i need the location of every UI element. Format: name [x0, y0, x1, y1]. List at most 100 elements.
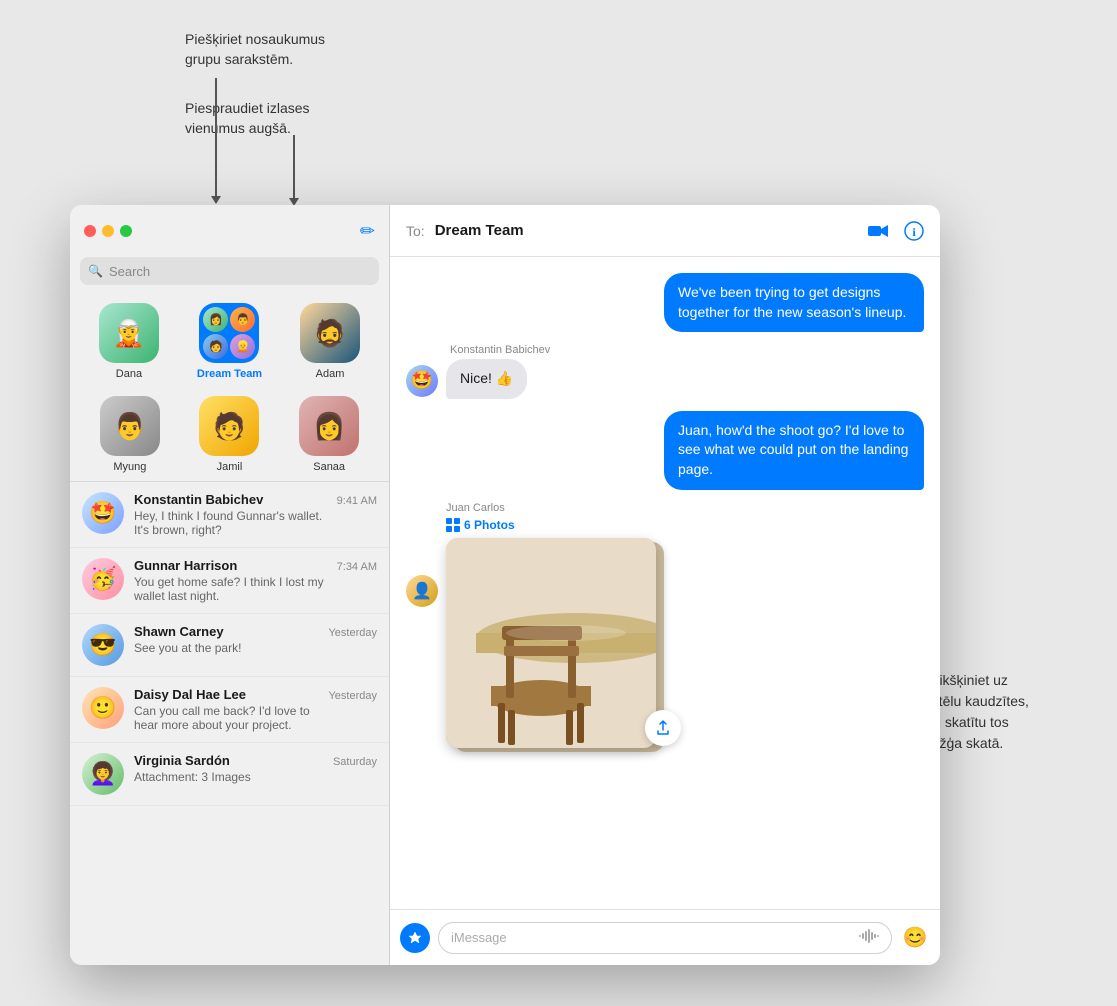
- info-button[interactable]: i: [904, 221, 924, 241]
- avatar-gunnar: 🥳: [82, 558, 124, 600]
- annotation-line1: Piešķiriet nosaukumus: [185, 30, 325, 50]
- annotation-line4: vienumus augšā.: [185, 119, 325, 139]
- emoji-button[interactable]: 😊: [900, 923, 930, 953]
- pin-item-dana[interactable]: 🧝 Dana: [99, 303, 159, 380]
- messages-container: We've been trying to get designs togethe…: [390, 257, 940, 909]
- bubble-row-outgoing-2: Juan, how'd the shoot go? I'd love to se…: [406, 411, 924, 490]
- voice-icon: [859, 929, 879, 946]
- chat-recipient: Dream Team: [435, 222, 858, 239]
- msg-time-daisy: Yesterday: [328, 690, 377, 702]
- titlebar: ✏: [70, 205, 389, 257]
- photo-stack[interactable]: [446, 538, 666, 758]
- bubble-row-outgoing-1: We've been trying to get designs togethe…: [406, 273, 924, 332]
- msg-name-konstantin: Konstantin Babichev: [134, 492, 263, 507]
- msg-name-gunnar: Gunnar Harrison: [134, 558, 237, 573]
- avatar-shawn: 😎: [82, 624, 124, 666]
- pin-name-myung: Myung: [113, 461, 146, 473]
- message-list: 🤩 Konstantin Babichev 9:41 AM Hey, I thi…: [70, 481, 389, 965]
- incoming-avatar-juan: 👤: [406, 575, 438, 607]
- pin-name-dana: Dana: [116, 368, 142, 380]
- msg-name-shawn: Shawn Carney: [134, 624, 224, 639]
- msg-header-virginia: Virginia Sardón Saturday: [134, 753, 377, 768]
- msg-content-virginia: Virginia Sardón Saturday Attachment: 3 I…: [134, 753, 377, 784]
- pin-item-dream-team[interactable]: 👩 👨 🧑 👱 Dream Team: [197, 303, 262, 380]
- share-button[interactable]: [645, 710, 681, 746]
- pinned-row-1: 🧝 Dana 👩 👨 🧑 👱 Dream Team: [80, 303, 379, 380]
- msg-content-konstantin: Konstantin Babichev 9:41 AM Hey, I think…: [134, 492, 377, 537]
- maximize-button[interactable]: [120, 225, 132, 237]
- pin-item-sanaa[interactable]: 👩 Sanaa: [299, 396, 359, 473]
- message-item-shawn[interactable]: 😎 Shawn Carney Yesterday See you at the …: [70, 614, 389, 677]
- avatar-dana: 🧝: [99, 303, 159, 363]
- traffic-lights: [84, 225, 132, 237]
- avatar-konstantin: 🤩: [82, 492, 124, 534]
- photo-count-label: 6 Photos: [446, 518, 924, 532]
- pinned-section: 🧝 Dana 👩 👨 🧑 👱 Dream Team: [70, 295, 389, 481]
- bubble-incoming-1: Nice! 👍: [446, 359, 527, 399]
- message-item-gunnar[interactable]: 🥳 Gunnar Harrison 7:34 AM You get home s…: [70, 548, 389, 614]
- msg-preview-gunnar: You get home safe? I think I lost my wal…: [134, 575, 334, 603]
- msg-header-konstantin: Konstantin Babichev 9:41 AM: [134, 492, 377, 507]
- pin-item-jamil[interactable]: 🧑 Jamil: [199, 396, 259, 473]
- close-button[interactable]: [84, 225, 96, 237]
- avatar-jamil: 🧑: [199, 396, 259, 456]
- app-store-button[interactable]: [400, 923, 430, 953]
- annotation-line2: grupu sarakstēm.: [185, 50, 325, 70]
- minimize-button[interactable]: [102, 225, 114, 237]
- avatar-myung: 👨: [100, 396, 160, 456]
- pin-name-adam: Adam: [316, 368, 345, 380]
- group-mini-4: 👱: [230, 334, 255, 359]
- sender-name-konstantin: Konstantin Babichev: [450, 344, 924, 356]
- video-call-button[interactable]: [868, 221, 888, 241]
- group-mini-1: 👩: [203, 307, 228, 332]
- pin-name-jamil: Jamil: [217, 461, 243, 473]
- pinned-row-2: 👨 Myung 🧑 Jamil 👩 Sanaa: [80, 396, 379, 473]
- incoming-avatar-konstantin: 🤩: [406, 365, 438, 397]
- pin-name-dream-team: Dream Team: [197, 368, 262, 380]
- pin-item-myung[interactable]: 👨 Myung: [100, 396, 160, 473]
- compose-button[interactable]: ✏: [360, 221, 375, 242]
- chat-area: To: Dream Team i: [390, 205, 940, 965]
- chat-header: To: Dream Team i: [390, 205, 940, 257]
- msg-content-shawn: Shawn Carney Yesterday See you at the pa…: [134, 624, 377, 655]
- message-item-virginia[interactable]: 👩‍🦱 Virginia Sardón Saturday Attachment:…: [70, 743, 389, 806]
- group-mini-3: 🧑: [203, 334, 228, 359]
- msg-preview-daisy: Can you call me back? I'd love to hear m…: [134, 704, 334, 732]
- photo-sender-name: Juan Carlos: [446, 502, 924, 514]
- msg-time-shawn: Yesterday: [328, 627, 377, 639]
- message-item-konstantin[interactable]: 🤩 Konstantin Babichev 9:41 AM Hey, I thi…: [70, 482, 389, 548]
- avatar-sanaa: 👩: [299, 396, 359, 456]
- msg-preview-shawn: See you at the park!: [134, 641, 334, 655]
- msg-name-virginia: Virginia Sardón: [134, 753, 230, 768]
- bubble-outgoing-1: We've been trying to get designs togethe…: [664, 273, 924, 332]
- avatar-daisy: 🙂: [82, 687, 124, 729]
- msg-header-daisy: Daisy Dal Hae Lee Yesterday: [134, 687, 377, 702]
- arrow-line-groups: [215, 78, 217, 198]
- incoming-konstantin-group: Konstantin Babichev 🤩 Nice! 👍: [406, 344, 924, 399]
- msg-header-gunnar: Gunnar Harrison 7:34 AM: [134, 558, 377, 573]
- input-bar: iMessage 😊: [390, 909, 940, 965]
- arrow-line-pin: [293, 135, 295, 200]
- annotation-line3: Piespraudiet izlases: [185, 99, 325, 119]
- search-bar[interactable]: 🔍 Search: [80, 257, 379, 285]
- avatar-virginia: 👩‍🦱: [82, 753, 124, 795]
- annotation-right: Klikšķiniet uz attēlu kaudzītes, lai ska…: [927, 670, 1087, 754]
- msg-header-shawn: Shawn Carney Yesterday: [134, 624, 377, 639]
- search-placeholder: Search: [109, 264, 150, 279]
- photo-stack-section: Juan Carlos 6 Photos: [446, 502, 924, 758]
- msg-time-konstantin: 9:41 AM: [337, 495, 377, 507]
- msg-content-daisy: Daisy Dal Hae Lee Yesterday Can you call…: [134, 687, 377, 732]
- bubble-outgoing-2: Juan, how'd the shoot go? I'd love to se…: [664, 411, 924, 490]
- msg-preview-konstantin: Hey, I think I found Gunnar's wallet. It…: [134, 509, 334, 537]
- bubble-row-incoming-1: 🤩 Nice! 👍: [406, 359, 924, 399]
- msg-name-daisy: Daisy Dal Hae Lee: [134, 687, 246, 702]
- msg-time-gunnar: 7:34 AM: [337, 561, 377, 573]
- svg-text:i: i: [912, 225, 916, 239]
- sidebar: ✏ 🔍 Search 🧝 Dana: [70, 205, 390, 965]
- message-item-daisy[interactable]: 🙂 Daisy Dal Hae Lee Yesterday Can you ca…: [70, 677, 389, 743]
- screenshot-container: Piešķiriet nosaukumus grupu sarakstēm. P…: [20, 20, 1097, 986]
- photos-grid-icon: [446, 518, 460, 532]
- pin-item-adam[interactable]: 🧔 Adam: [300, 303, 360, 380]
- message-input[interactable]: iMessage: [438, 922, 892, 954]
- chat-to-label: To:: [406, 223, 425, 239]
